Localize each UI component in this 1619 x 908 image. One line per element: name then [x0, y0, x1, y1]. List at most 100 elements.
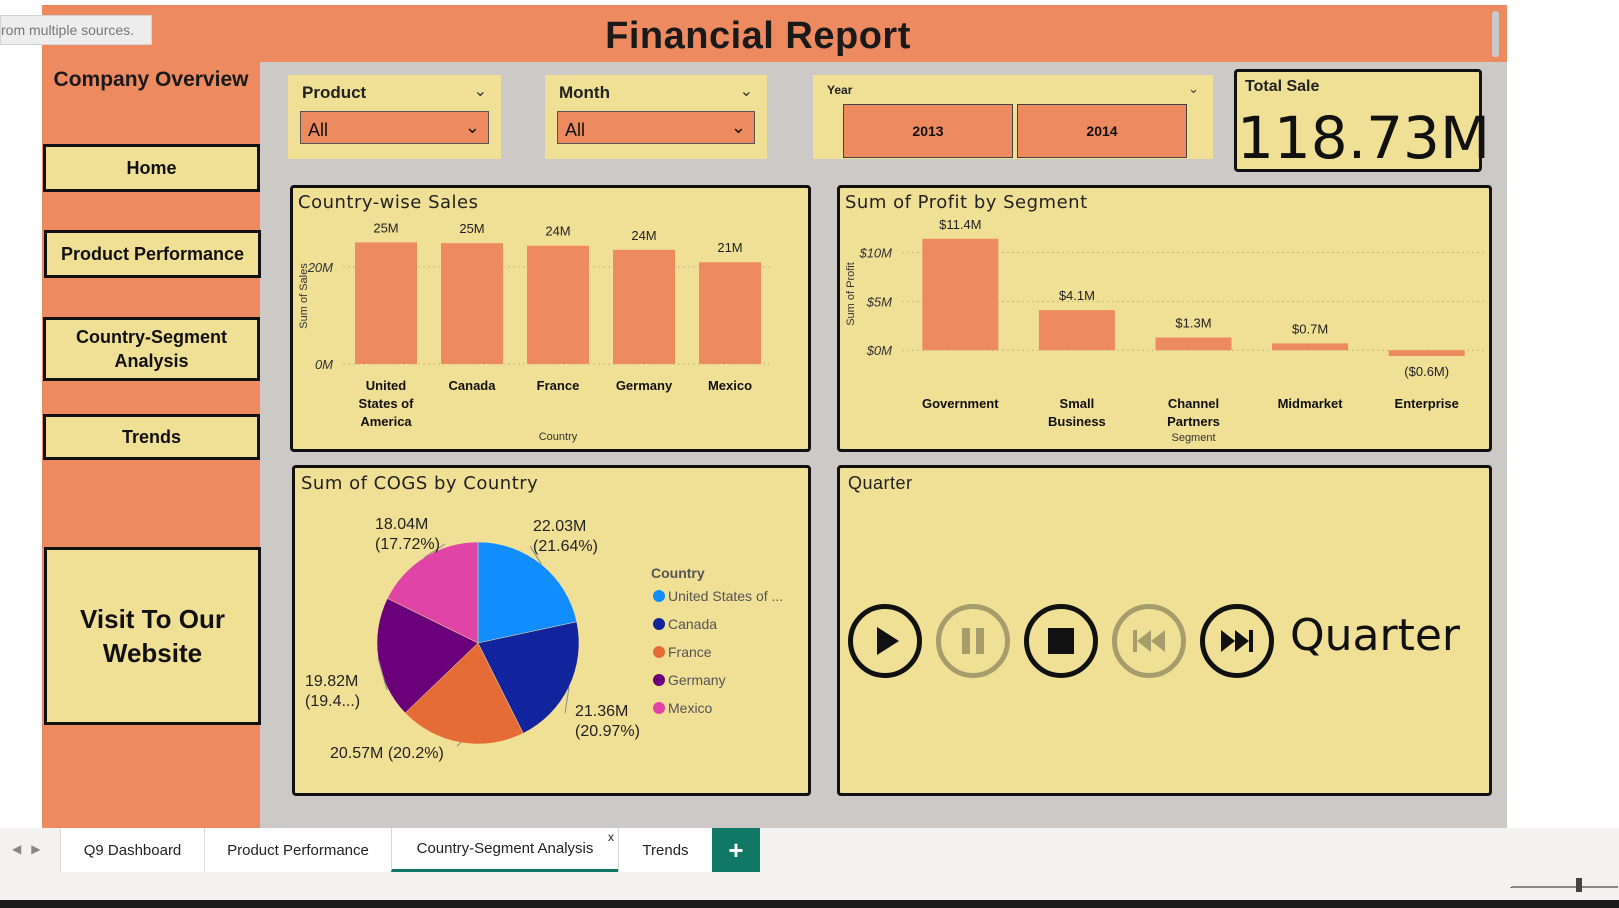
add-page-button[interactable]: + [712, 828, 760, 872]
plus-icon: + [728, 834, 744, 865]
tab-country-segment-label: Country-Segment Analysis [416, 840, 594, 857]
quarter-play-axis: Quarter Quarter [837, 465, 1492, 796]
quarter-controls: Quarter [848, 604, 1488, 684]
tab-trends[interactable]: Trends [618, 828, 712, 872]
data-label: 24M [631, 228, 656, 243]
tooltip: rom multiple sources. [0, 15, 152, 45]
legend-marker [653, 674, 665, 686]
chevron-down-icon[interactable]: ⌄ [740, 81, 753, 101]
data-label: 25M [373, 220, 398, 235]
legend-entry: Germany [668, 672, 726, 688]
bar [1155, 337, 1232, 351]
data-label: 19.82M (19.4...) [305, 673, 360, 710]
stop-button[interactable] [1024, 604, 1098, 678]
legend-entry: France [668, 644, 712, 660]
data-label: $11.4M [939, 217, 981, 232]
legend-entry: United States of ... [668, 588, 783, 604]
year-2013-button[interactable]: 2013 [843, 104, 1013, 158]
visit-website-label: Visit To Our Website [80, 604, 225, 668]
profit-segment-chart[interactable]: Sum of Profit by Segment $0M $5M $10M Sum of… [837, 185, 1492, 452]
chevron-down-icon: ⌄ [464, 117, 480, 137]
tab-q9-dashboard[interactable]: Q9 Dashboard [60, 828, 204, 872]
quarter-label: Quarter [1290, 610, 1460, 661]
scroll-thumb[interactable] [1492, 11, 1499, 57]
product-dropdown[interactable]: All ⌄ [300, 111, 489, 144]
data-label: $4.1M [1059, 288, 1095, 303]
stop-icon [1048, 628, 1074, 654]
legend-entry: Canada [668, 616, 717, 632]
data-label: 24M [545, 224, 570, 239]
product-slicer: Product ⌄ All ⌄ [288, 75, 501, 159]
trends-button[interactable]: Trends [43, 414, 260, 460]
next-button[interactable] [1200, 604, 1274, 678]
skip-next-icon [1221, 630, 1253, 652]
x-tick-label: Small Business [1048, 396, 1106, 429]
zoom-slider[interactable] [1512, 886, 1618, 888]
data-label: 21M [717, 240, 742, 255]
year-slicer: Year ⌄ 2013 2014 [813, 75, 1213, 159]
country-sales-chart[interactable]: Country-wise Sales 0M 20M Sum of Sales 25M Un… [290, 185, 811, 452]
bar [1388, 350, 1465, 357]
bar [441, 243, 503, 364]
quarter-title: Quarter [848, 473, 913, 493]
bar [1038, 310, 1115, 351]
cogs-pie-chart[interactable]: Sum of COGS by Country 22.03M (21.64%) 21.3… [292, 465, 811, 796]
leader-line [456, 742, 462, 747]
close-icon[interactable]: x [608, 830, 614, 844]
data-label: 21.36M (20.97%) [575, 703, 640, 740]
legend-marker [653, 646, 665, 658]
chart-title: Country-wise Sales [298, 192, 479, 213]
data-label: $1.3M [1175, 316, 1211, 331]
x-tick-label: United States of America [359, 378, 415, 429]
data-label: $0.7M [1292, 321, 1328, 336]
x-tick-label: Government [922, 396, 999, 411]
pause-button[interactable] [936, 604, 1010, 678]
pause-icon [962, 628, 984, 654]
legend-title: Country [651, 565, 705, 581]
data-label: 22.03M (21.64%) [533, 518, 598, 555]
x-axis-label: Segment [1171, 432, 1215, 444]
page-tab-bar: ◀▶ Q9 Dashboard Product Performance Coun… [0, 828, 1619, 872]
chevron-down-icon: ⌄ [730, 117, 746, 137]
skip-previous-icon [1133, 630, 1165, 652]
previous-button[interactable] [1112, 604, 1186, 678]
month-slicer-label: Month [559, 83, 610, 102]
zoom-slider-thumb[interactable] [1576, 878, 1582, 892]
chevron-down-icon[interactable]: ⌄ [1188, 81, 1199, 97]
product-performance-button[interactable]: Product Performance [44, 230, 261, 278]
x-tick-label: Mexico [708, 378, 752, 393]
country-segment-label: Country-Segment Analysis [75, 327, 227, 371]
data-label: ($0.6M) [1404, 364, 1449, 379]
report-title: Financial Report [605, 15, 911, 57]
month-dropdown-value: All [565, 120, 586, 140]
sidebar-title: Company Overview [53, 68, 249, 91]
y-tick-label: $10M [858, 245, 892, 260]
home-button[interactable]: Home [43, 144, 260, 192]
tab-scroll-arrows[interactable]: ◀▶ [12, 842, 50, 856]
y-axis-label: Sum of Sales [298, 263, 310, 329]
visit-website-button[interactable]: Visit To Our Website [44, 547, 261, 725]
country-sales-svg: Country-wise Sales 0M 20MSum of Sales 25M Un… [298, 192, 773, 443]
app-window: Financial Report Company Overview Home P… [0, 0, 1619, 908]
total-sale-value: 118.73M [1237, 104, 1490, 172]
product-slicer-label: Product [302, 83, 367, 102]
report-canvas: Financial Report Company Overview Home P… [42, 5, 1507, 828]
tab-country-segment-analysis[interactable]: Country-Segment Analysis x [391, 828, 618, 872]
data-label: 25M [459, 221, 484, 236]
month-dropdown[interactable]: All ⌄ [557, 111, 755, 144]
play-button[interactable] [848, 604, 922, 678]
tab-product-performance[interactable]: Product Performance [204, 828, 391, 872]
y-tick-label: 0M [315, 357, 333, 372]
bar [355, 242, 417, 364]
title-bar: Financial Report [42, 5, 1507, 62]
data-label: 18.04M (17.72%) [375, 516, 440, 553]
legend-marker [653, 618, 665, 630]
chevron-down-icon[interactable]: ⌄ [474, 81, 487, 101]
legend-marker [653, 702, 665, 714]
y-axis-label: Sum of Profit [845, 262, 857, 326]
profit-segment-svg: Sum of Profit by Segment $0M $5M $10MSum of… [845, 192, 1485, 444]
country-segment-analysis-button[interactable]: Country-Segment Analysis [43, 317, 260, 381]
year-2014-button[interactable]: 2014 [1017, 104, 1187, 158]
sidebar: Company Overview Home Product Performanc… [42, 62, 261, 828]
x-tick-label: Germany [616, 378, 673, 393]
